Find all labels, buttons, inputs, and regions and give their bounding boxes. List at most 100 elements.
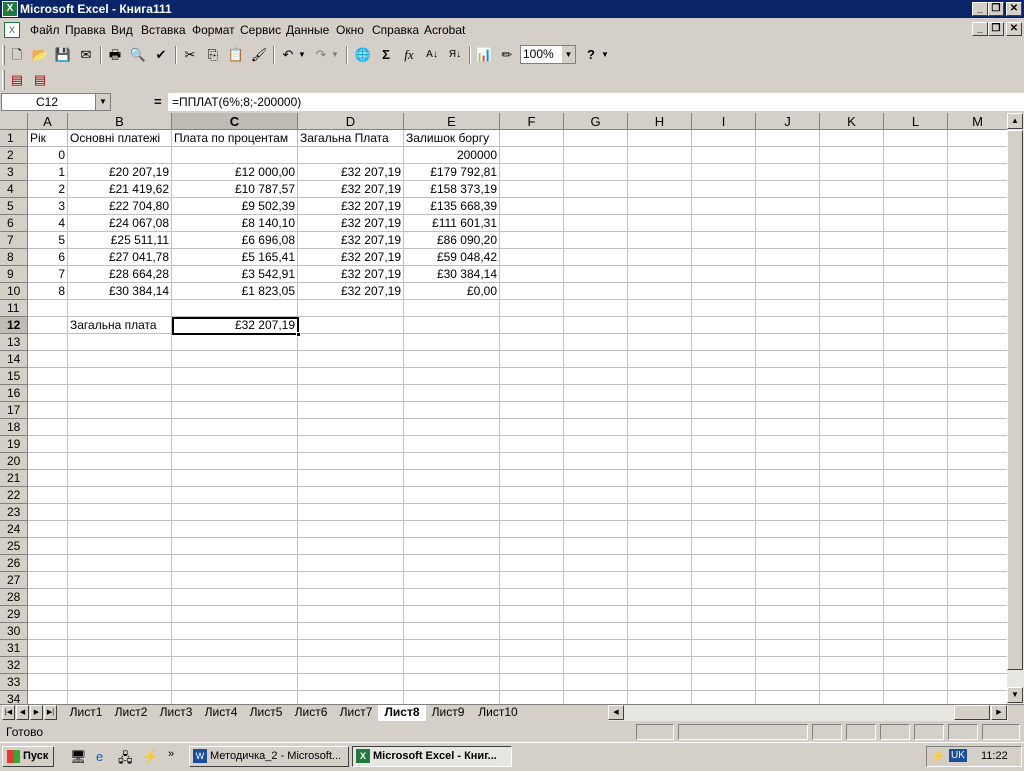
cell-e2[interactable]: 200000 [404,147,499,164]
name-box[interactable]: C12 ▼ [1,93,111,111]
row-header-32[interactable]: 32 [0,657,28,674]
row-header-31[interactable]: 31 [0,640,28,657]
sort-ascending-icon[interactable]: A↓ [421,44,443,66]
column-header-a[interactable]: A [28,113,68,130]
cell-e8[interactable]: £59 048,42 [404,249,499,266]
scroll-thumb[interactable] [1007,130,1023,670]
cell-b4[interactable]: £21 419,62 [68,181,171,198]
cell-d6[interactable]: £32 207,19 [298,215,403,232]
row-header-24[interactable]: 24 [0,521,28,538]
cell-b7[interactable]: £25 511,11 [68,232,171,249]
sheet-tab-5[interactable]: Лист5 [243,705,289,721]
row-header-34[interactable]: 34 [0,691,28,704]
doc-restore-button[interactable]: ❐ [988,22,1004,36]
redo-dropdown-icon[interactable]: ▼ [330,44,340,66]
row-header-2[interactable]: 2 [0,147,28,164]
row-header-21[interactable]: 21 [0,470,28,487]
cell-e5[interactable]: £135 668,39 [404,198,499,215]
format-painter-icon[interactable]: 🖌 [248,44,270,66]
header-cell-b[interactable]: Основні платежі [68,130,171,147]
minimize-button[interactable]: _ [972,2,988,16]
row-header-1[interactable]: 1 [0,130,28,147]
scroll-down-icon[interactable]: ▼ [1007,687,1023,703]
hyperlink-icon[interactable]: 🌐 [352,44,374,66]
row-header-29[interactable]: 29 [0,606,28,623]
close-button[interactable]: ✕ [1006,2,1022,16]
cell-d8[interactable]: £32 207,19 [298,249,403,266]
row-header-11[interactable]: 11 [0,300,28,317]
save-icon[interactable]: 💾 [52,44,74,66]
desktop-icon[interactable]: 🖥 [70,749,87,765]
taskbar-word-button[interactable]: W Методичка_2 - Microsoft... [189,746,349,767]
cell-c5[interactable]: £9 502,39 [172,198,297,215]
menu-file[interactable]: Файл [30,23,60,37]
cell-c10[interactable]: £1 823,05 [172,283,297,300]
row-header-3[interactable]: 3 [0,164,28,181]
cell-e4[interactable]: £158 373,19 [404,181,499,198]
cell-d7[interactable]: £32 207,19 [298,232,403,249]
cell-d5[interactable]: £32 207,19 [298,198,403,215]
sheet-tab-6[interactable]: Лист6 [288,705,334,721]
column-header-g[interactable]: G [564,113,628,130]
cell-e10[interactable]: £0,00 [404,283,499,300]
menu-tools[interactable]: Сервис [240,23,281,37]
sheet-tab-3[interactable]: Лист3 [153,705,199,721]
cell-b8[interactable]: £27 041,78 [68,249,171,266]
help-icon[interactable]: ? [580,44,602,66]
formula-input[interactable]: =ППЛАТ(6%;8;-200000) [168,93,1024,111]
next-sheet-icon[interactable]: ▶ [30,705,43,720]
first-sheet-icon[interactable]: |◀ [2,705,15,720]
row-header-19[interactable]: 19 [0,436,28,453]
cell-b12[interactable]: Загальна плата [68,317,171,334]
row-header-6[interactable]: 6 [0,215,28,232]
row-header-7[interactable]: 7 [0,232,28,249]
cell-a2[interactable]: 0 [28,147,67,164]
menu-view[interactable]: Вид [111,23,133,37]
row-header-17[interactable]: 17 [0,402,28,419]
cell-d9[interactable]: £32 207,19 [298,266,403,283]
restore-button[interactable]: ❐ [988,2,1004,16]
row-header-23[interactable]: 23 [0,504,28,521]
column-header-j[interactable]: J [756,113,820,130]
sheet-tab-1[interactable]: Лист1 [62,705,110,721]
convert-to-pdf-icon[interactable]: ▤ [6,69,28,91]
row-header-13[interactable]: 13 [0,334,28,351]
cell-a7[interactable]: 5 [28,232,67,249]
menu-insert[interactable]: Вставка [141,23,186,37]
cell-c8[interactable]: £5 165,41 [172,249,297,266]
paste-icon[interactable]: 📋 [225,44,247,66]
cell-b3[interactable]: £20 207,19 [68,164,171,181]
excel-app-icon[interactable]: X [2,1,18,17]
sort-descending-icon[interactable]: Я↓ [444,44,466,66]
cell-d4[interactable]: £32 207,19 [298,181,403,198]
cell-a5[interactable]: 3 [28,198,67,215]
new-icon[interactable]: 🗋 [6,44,28,66]
header-cell-a[interactable]: Рік [28,130,67,147]
row-header-8[interactable]: 8 [0,249,28,266]
cell-b10[interactable]: £30 384,14 [68,283,171,300]
undo-dropdown-icon[interactable]: ▼ [297,44,307,66]
cell-a8[interactable]: 6 [28,249,67,266]
header-cell-d[interactable]: Загальна Плата [298,130,403,147]
cell-e6[interactable]: £111 601,31 [404,215,499,232]
permission-icon[interactable]: ✉ [75,44,97,66]
doc-close-button[interactable]: ✕ [1006,22,1022,36]
zoom-select[interactable]: 100% ▼ [520,45,576,64]
column-header-k[interactable]: K [820,113,884,130]
cell-a10[interactable]: 8 [28,283,67,300]
row-header-22[interactable]: 22 [0,487,28,504]
column-header-l[interactable]: L [884,113,948,130]
cell-c3[interactable]: £12 000,00 [172,164,297,181]
column-header-h[interactable]: H [628,113,692,130]
quicklaunch-icon[interactable]: ⚡ [142,749,158,765]
row-header-15[interactable]: 15 [0,368,28,385]
start-button[interactable]: Пуск [2,746,54,767]
prev-sheet-icon[interactable]: ◀ [16,705,29,720]
row-header-9[interactable]: 9 [0,266,28,283]
cell-d3[interactable]: £32 207,19 [298,164,403,181]
language-indicator[interactable]: UK [949,749,967,762]
row-header-33[interactable]: 33 [0,674,28,691]
cell-b6[interactable]: £24 067,08 [68,215,171,232]
cell-e3[interactable]: £179 792,81 [404,164,499,181]
edit-formula-button[interactable]: = [154,94,162,109]
